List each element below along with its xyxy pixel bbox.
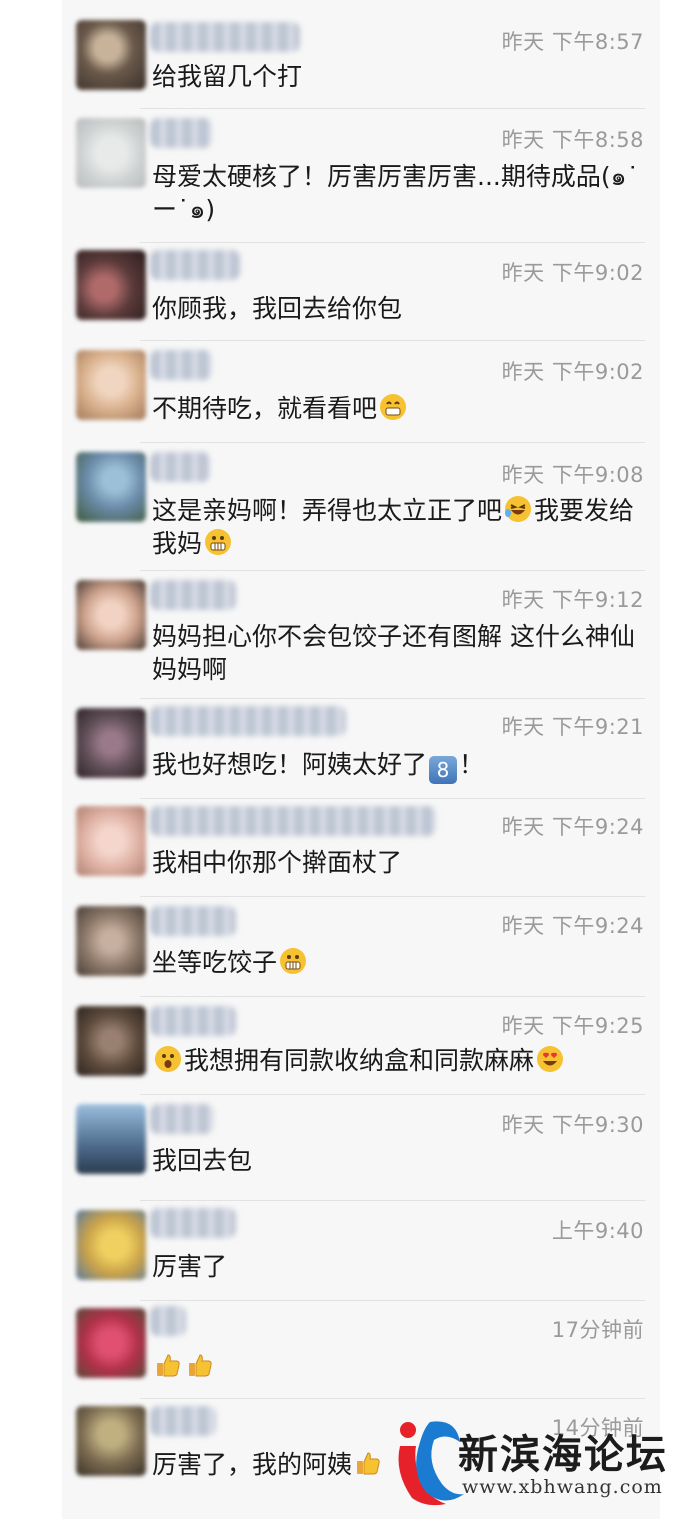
comment-text: 这是亲妈啊！弄得也太立正了吧 我要发给我妈 <box>152 494 642 560</box>
comment-text-main: 我也好想吃！阿姨太好了 <box>152 750 428 779</box>
divider <box>140 896 645 897</box>
comment-text-continued: ！ <box>459 750 485 779</box>
avatar[interactable] <box>76 1006 146 1076</box>
comment-time: 昨天 下午9:02 <box>501 261 644 285</box>
comment-time: 昨天 下午9:24 <box>501 914 644 938</box>
comment-text: 我也好想吃！阿姨太好了 8！ <box>152 748 642 784</box>
comment-text: 我回去包 <box>152 1146 253 1175</box>
username-blurred[interactable] <box>150 350 212 380</box>
avatar[interactable] <box>76 20 146 90</box>
thumbs-up-emoji <box>157 1354 180 1377</box>
grimace-emoji <box>280 948 307 974</box>
username-blurred[interactable] <box>150 1006 236 1036</box>
divider <box>140 1300 645 1301</box>
avatar[interactable] <box>76 118 146 188</box>
comment-time: 17分钟前 <box>551 1318 644 1342</box>
comment-time: 昨天 下午9:25 <box>501 1014 644 1038</box>
comment-text: 不期待吃，就看看吧 <box>152 392 642 425</box>
avatar[interactable] <box>76 1104 146 1174</box>
thumbs-up-emoji <box>357 1452 380 1475</box>
avatar[interactable] <box>76 1308 146 1378</box>
username-blurred[interactable] <box>150 806 436 836</box>
thumbs-up-emoji <box>189 1354 212 1377</box>
divider <box>140 1094 645 1095</box>
username-blurred[interactable] <box>150 1104 214 1134</box>
comment-time: 昨天 下午8:58 <box>501 128 644 152</box>
comment-text: 给我留几个打 <box>152 62 303 91</box>
username-blurred[interactable] <box>150 706 346 736</box>
avatar[interactable] <box>76 1406 146 1476</box>
comment-text-main: 厉害了，我的阿姨 <box>152 1450 353 1479</box>
comment-text-main: 不期待吃，就看看吧 <box>152 394 378 423</box>
divider <box>140 242 645 243</box>
comment-time: 上午9:40 <box>551 1219 644 1243</box>
comment-text: 我相中你那个擀面杖了 <box>152 848 403 877</box>
avatar[interactable] <box>76 350 146 420</box>
username-blurred[interactable] <box>150 22 300 52</box>
avatar[interactable] <box>76 580 146 650</box>
username-blurred[interactable] <box>150 580 236 610</box>
comment-time: 昨天 下午9:24 <box>501 815 644 839</box>
avatar[interactable] <box>76 708 146 778</box>
comment-time: 昨天 下午9:02 <box>501 360 644 384</box>
comment-time: 昨天 下午9:08 <box>501 463 644 487</box>
username-blurred[interactable] <box>150 1208 236 1238</box>
comment-text: 厉害了 <box>152 1252 228 1281</box>
comment-text: 妈妈担心你不会包饺子还有图解 这什么神仙妈妈啊 <box>152 622 635 684</box>
divider <box>140 570 645 571</box>
heart-eyes-emoji <box>537 1046 564 1072</box>
comment-text <box>152 1350 642 1383</box>
username-blurred[interactable] <box>150 1406 216 1436</box>
comment-time: 昨天 下午9:12 <box>501 588 644 612</box>
divider <box>140 340 645 341</box>
comment-text-main: 这是亲妈啊！弄得也太立正了吧 <box>152 496 503 525</box>
avatar[interactable] <box>76 906 146 976</box>
watermark-url: www.xbhwang.com <box>462 1476 663 1498</box>
divider <box>140 798 645 799</box>
comment-feed: 昨天 下午8:57 给我留几个打 昨天 下午8:58 母爱太硬核了！厉害厉害厉害… <box>0 0 692 1519</box>
username-blurred[interactable] <box>150 452 210 482</box>
avatar[interactable] <box>76 250 146 320</box>
username-blurred[interactable] <box>150 1306 186 1336</box>
divider <box>140 698 645 699</box>
comment-text: 我想拥有同款收纳盒和同款麻麻 <box>152 1044 642 1077</box>
divider <box>140 108 645 109</box>
username-blurred[interactable] <box>150 906 236 936</box>
laugh-tears-emoji <box>505 496 532 522</box>
comment-text: 母爱太硬核了！厉害厉害厉害...期待成品(๑˙ー˙๑) <box>152 162 639 224</box>
avatar[interactable] <box>76 1210 146 1280</box>
username-blurred[interactable] <box>150 250 240 280</box>
comment-text-main: 坐等吃饺子 <box>152 948 278 977</box>
comment-time: 昨天 下午9:21 <box>501 715 644 739</box>
watermark-title: 新滨海论坛 <box>458 1431 668 1478</box>
comment-text-main: 我想拥有同款收纳盒和同款麻麻 <box>184 1046 535 1075</box>
surprised-emoji <box>155 1046 181 1072</box>
comment-text: 你顾我，我回去给你包 <box>152 294 403 323</box>
comment-time: 昨天 下午9:30 <box>501 1113 644 1137</box>
divider <box>140 996 645 997</box>
avatar[interactable] <box>76 452 146 522</box>
comment-time: 昨天 下午8:57 <box>501 30 644 54</box>
divider <box>140 1200 645 1201</box>
grin-emoji <box>380 394 407 420</box>
grimace-emoji <box>205 529 232 555</box>
comment-text: 坐等吃饺子 <box>152 946 642 979</box>
username-blurred[interactable] <box>150 118 212 148</box>
divider <box>140 442 645 443</box>
divider <box>140 1398 645 1399</box>
keycap-8-emoji: 8 <box>429 756 458 784</box>
avatar[interactable] <box>76 806 146 876</box>
